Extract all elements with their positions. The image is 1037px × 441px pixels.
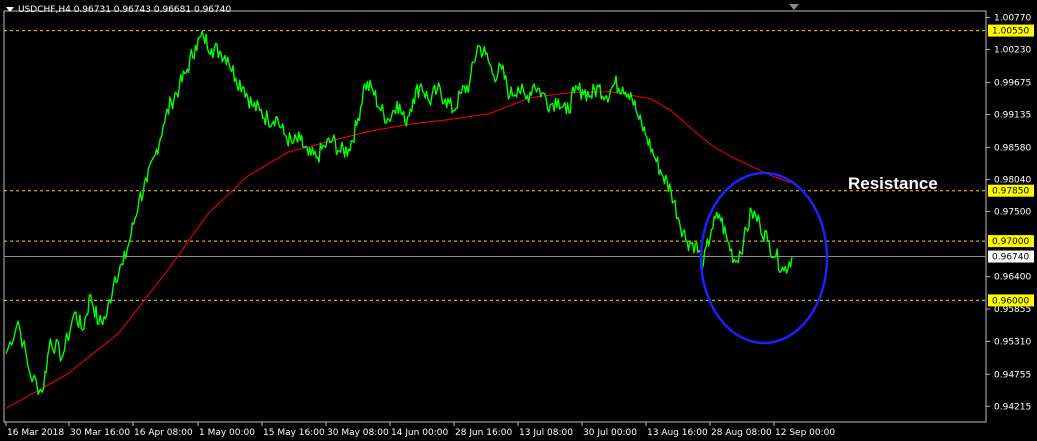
resistance-annotation: Resistance	[848, 174, 938, 193]
y-tick-label: 0.94215	[994, 402, 1031, 412]
x-tick-label: 16 Apr 08:00	[134, 428, 193, 438]
y-tick-label: 0.94755	[994, 370, 1031, 380]
y-tick-label: 0.99675	[994, 78, 1031, 88]
ohlc-open: 0.96731	[73, 5, 111, 15]
menu-triangle-icon[interactable]	[6, 7, 14, 12]
y-tick-label: 0.96400	[994, 273, 1031, 283]
x-tick-label: 1 May 00:00	[199, 428, 255, 438]
moving-average-line	[5, 91, 793, 409]
price-line	[5, 30, 793, 396]
chart-shift-triangle-icon[interactable]	[789, 4, 799, 10]
x-tick-label: 28 Jun 16:00	[455, 428, 512, 438]
x-tick-label: 30 Mar 16:00	[70, 428, 130, 438]
y-tick-label: 0.97500	[994, 207, 1031, 217]
x-tick-label: 12 Sep 00:00	[775, 428, 835, 438]
level-price-label: 1.00550	[992, 27, 1029, 37]
y-tick-label: 1.00230	[994, 46, 1031, 56]
y-tick-label: 0.99135	[994, 110, 1031, 120]
x-tick-label: 30 May 08:00	[327, 428, 389, 438]
y-tick-label: 1.00770	[994, 14, 1031, 24]
current-price-label: 0.96740	[992, 253, 1029, 263]
x-tick-label: 15 May 16:00	[263, 428, 325, 438]
x-tick-label: 30 Jul 00:00	[583, 428, 637, 438]
y-tick-label: 0.98580	[994, 143, 1031, 153]
y-tick-label: 0.95855	[994, 305, 1031, 315]
x-tick-label: 28 Aug 08:00	[711, 428, 772, 438]
level-price-label: 0.96000	[992, 296, 1029, 306]
x-tick-label: 13 Aug 16:00	[647, 428, 708, 438]
ohlc-close: 0.96740	[193, 5, 232, 15]
ohlc-low: 0.96681	[153, 5, 192, 15]
level-price-label: 0.97850	[992, 187, 1029, 197]
highlight-ellipse	[699, 171, 829, 345]
level-price-label: 0.97000	[992, 237, 1029, 247]
symbol-timeframe: USDCHF,H4	[18, 5, 71, 15]
ohlc-high: 0.96743	[113, 5, 152, 15]
y-tick-label: 0.95310	[994, 337, 1031, 347]
y-tick-label: 0.98040	[994, 175, 1031, 185]
x-tick-label: 16 Mar 2018	[7, 428, 64, 438]
x-tick-label: 13 Jul 08:00	[519, 428, 573, 438]
chart-header: USDCHF,H4 0.96731 0.96743 0.96681 0.9674…	[6, 5, 231, 15]
x-tick-label: 14 Jun 00:00	[391, 428, 448, 438]
plot-frame	[3, 10, 987, 423]
price-chart[interactable]: 1.00770 1.00230 0.99675 0.99135 0.98580 0.980…	[0, 0, 1037, 441]
